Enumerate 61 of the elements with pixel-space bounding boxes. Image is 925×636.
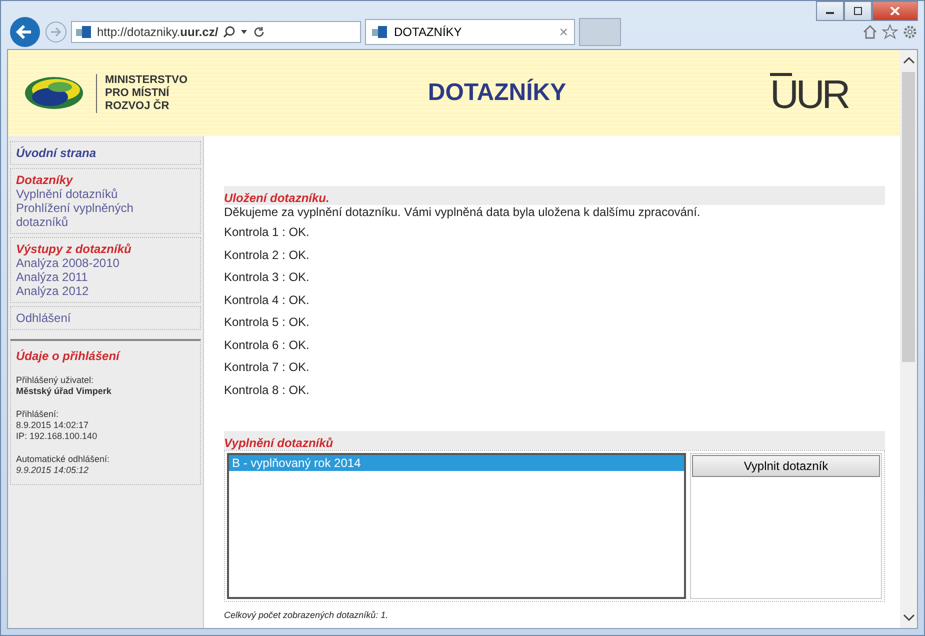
page-title: DOTAZNÍKY: [426, 79, 568, 107]
star-icon[interactable]: [882, 24, 898, 40]
scroll-up-icon[interactable]: [902, 56, 914, 64]
questionnaire-list[interactable]: B - vyplňovaný rok 2014: [227, 453, 686, 599]
menu-link[interactable]: Odhlášení: [16, 311, 166, 325]
tab-close-button[interactable]: ×: [559, 24, 568, 40]
info-value: 9.9.2015 14:05:12: [16, 465, 90, 476]
tab-title: DOTAZNÍKY: [394, 25, 462, 39]
check-result: Kontrola 1 : OK.: [224, 225, 310, 241]
info-label: Přihlášení:: [16, 409, 60, 420]
menu-link[interactable]: Vyplnění dotazníků: [16, 187, 166, 201]
count-text: Celkový počet zobrazených dotazníků: 1.: [224, 610, 390, 620]
scroll-down-icon[interactable]: [902, 614, 914, 622]
menu-section-title: Výstupy z dotazníků: [16, 242, 132, 256]
login-info-title: Údaje o přihlášení: [16, 349, 122, 363]
maximize-button[interactable]: [844, 1, 872, 21]
info-label: Přihlášený uživatel:: [16, 375, 95, 386]
ministry-name-line: ROZVOJ ČR: [105, 100, 170, 112]
uur-logo: UUR: [770, 76, 848, 114]
menu-link[interactable]: Analýza 2011: [16, 270, 166, 284]
browser-tab[interactable]: DOTAZNÍKY ×: [365, 19, 575, 45]
check-result: Kontrola 4 : OK.: [224, 292, 310, 308]
check-result: Kontrola 8 : OK.: [224, 382, 310, 398]
info-value: Městský úřad Vimperk: [16, 386, 112, 397]
ministry-name-line: PRO MÍSTNÍ: [105, 86, 170, 99]
check-result: Kontrola 6 : OK.: [224, 338, 310, 354]
search-icon[interactable]: [223, 26, 236, 38]
info-label: Automatické odhlášení:: [16, 454, 111, 465]
menu-link[interactable]: Analýza 2012: [16, 284, 166, 298]
check-result: Kontrola 3 : OK.: [224, 270, 310, 286]
menu-link[interactable]: Úvodní strana: [16, 146, 195, 160]
section-title: Uložení dotazníku.: [224, 186, 885, 205]
address-bar[interactable]: http://dotazniky.uur.cz/: [71, 21, 361, 43]
list-item[interactable]: B - vyplňovaný rok 2014: [229, 455, 684, 471]
refresh-icon[interactable]: [253, 26, 266, 38]
info-value: IP: 192.168.100.140: [16, 431, 98, 442]
settings-icon[interactable]: [902, 24, 918, 40]
menu-link[interactable]: Analýza 2008-2010: [16, 256, 166, 270]
back-icon[interactable]: [9, 16, 41, 48]
page-icon: [372, 25, 388, 39]
ministry-name-line: MINISTERSTVO: [105, 74, 188, 86]
message-text: Děkujeme za vyplnění dotazníku. Vámi vyplněná data byla uložena k dalšímu zpracování.: [224, 205, 702, 219]
maximize-icon: [853, 7, 863, 15]
section-title: Vyplnění dotazníků: [224, 431, 885, 450]
page-icon: [76, 25, 92, 39]
check-result: Kontrola 2 : OK.: [224, 248, 310, 264]
dropdown-icon[interactable]: [240, 29, 248, 35]
url-text: http://dotazniky.uur.cz/: [97, 25, 218, 39]
scroll-thumb[interactable]: [902, 72, 915, 362]
fill-button[interactable]: Vyplnit dotazník: [692, 455, 880, 477]
close-icon: [890, 7, 900, 15]
check-result: Kontrola 7 : OK.: [224, 360, 310, 376]
menu-link[interactable]: Prohlížení vyplněných dotazníků: [16, 201, 166, 229]
minimize-button[interactable]: [816, 1, 844, 21]
menu-section-title: Dotazníky: [16, 173, 74, 187]
info-value: 8.9.2015 14:02:17: [16, 420, 90, 431]
scrollbar[interactable]: [900, 50, 917, 628]
home-icon[interactable]: [862, 24, 878, 40]
check-result: Kontrola 5 : OK.: [224, 315, 310, 331]
overline-icon: [770, 72, 792, 76]
close-button[interactable]: [872, 1, 918, 21]
